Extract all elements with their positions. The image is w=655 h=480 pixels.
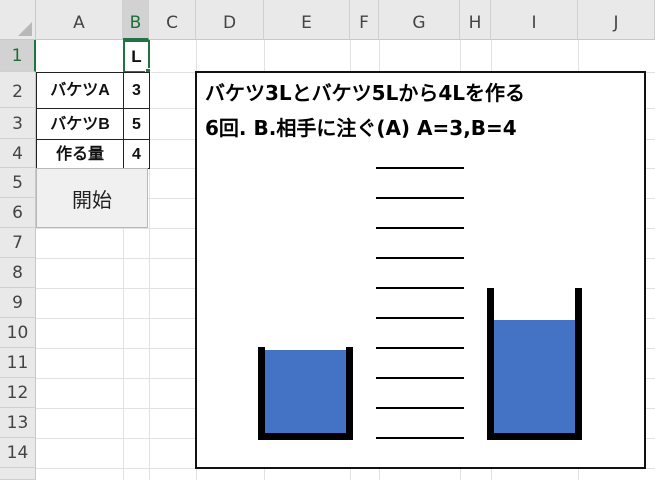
row-header-5[interactable]: 5 (0, 168, 36, 198)
row-header-4[interactable]: 4 (0, 139, 36, 168)
column-header-d[interactable]: D (196, 0, 264, 40)
column-header-g[interactable]: G (379, 0, 460, 40)
scale-tick (376, 377, 464, 379)
bucket-a-bottom (258, 433, 353, 440)
row-header-6[interactable]: 6 (0, 198, 36, 228)
scale-tick (376, 167, 464, 169)
cell-b4[interactable]: 4 (123, 139, 150, 169)
column-header-a[interactable]: A (36, 0, 123, 40)
scale-tick (376, 257, 464, 259)
bucket-a-water (265, 350, 346, 433)
scale-tick (376, 317, 464, 319)
cell-a4[interactable]: 作る量 (36, 139, 124, 169)
select-all-corner[interactable] (0, 0, 36, 40)
bucket-b (487, 288, 582, 440)
bucket-b-bottom (487, 433, 582, 440)
row-header-8[interactable]: 8 (0, 258, 36, 288)
bucket-b-water (494, 320, 575, 433)
row-header-15-partial[interactable] (0, 468, 36, 480)
column-header-b[interactable]: B (123, 0, 149, 40)
bucket-a-right-wall (346, 347, 353, 440)
row-header-2[interactable]: 2 (0, 72, 36, 108)
select-all-triangle-icon (18, 22, 32, 36)
column-header-c[interactable]: C (149, 0, 196, 40)
row-header-1[interactable]: 1 (0, 40, 36, 72)
start-button[interactable]: 開始 (36, 168, 148, 228)
column-header-h[interactable]: H (460, 0, 491, 40)
row-header-10[interactable]: 10 (0, 318, 36, 348)
column-header-j[interactable]: J (578, 0, 655, 40)
panel-title: バケツ3Lとバケツ5Lから4Lを作る (205, 81, 525, 105)
bucket-b-right-wall (575, 288, 582, 440)
scale-tick (376, 287, 464, 289)
cell-b1-value: L (131, 47, 142, 66)
row-header-12[interactable]: 12 (0, 378, 36, 408)
row-header-14[interactable]: 14 (0, 438, 36, 468)
bucket-a-left-wall (258, 347, 265, 440)
scale-tick (376, 197, 464, 199)
scale-tick (376, 347, 464, 349)
bucket-b-left-wall (487, 288, 494, 440)
column-header-i[interactable]: I (491, 0, 578, 40)
row-header-11[interactable]: 11 (0, 348, 36, 378)
cell-b2[interactable]: 3 (123, 72, 150, 109)
cell-a3[interactable]: バケツB (36, 108, 124, 140)
row-header-7[interactable]: 7 (0, 228, 36, 258)
cell-a2[interactable]: バケツA (36, 72, 124, 109)
cell-b3[interactable]: 5 (123, 108, 150, 140)
bucket-a (258, 347, 353, 440)
row-header-3[interactable]: 3 (0, 108, 36, 139)
scale-tick (376, 407, 464, 409)
scale-tick (376, 227, 464, 229)
start-button-label: 開始 (72, 187, 112, 212)
column-header-f[interactable]: F (350, 0, 379, 40)
panel-status: 6回. B.相手に注ぐ(A) A=3,B=4 (205, 116, 517, 140)
row-header-13[interactable]: 13 (0, 408, 36, 438)
row-header-9[interactable]: 9 (0, 288, 36, 318)
scale-tick (376, 437, 464, 439)
column-header-e[interactable]: E (264, 0, 350, 40)
